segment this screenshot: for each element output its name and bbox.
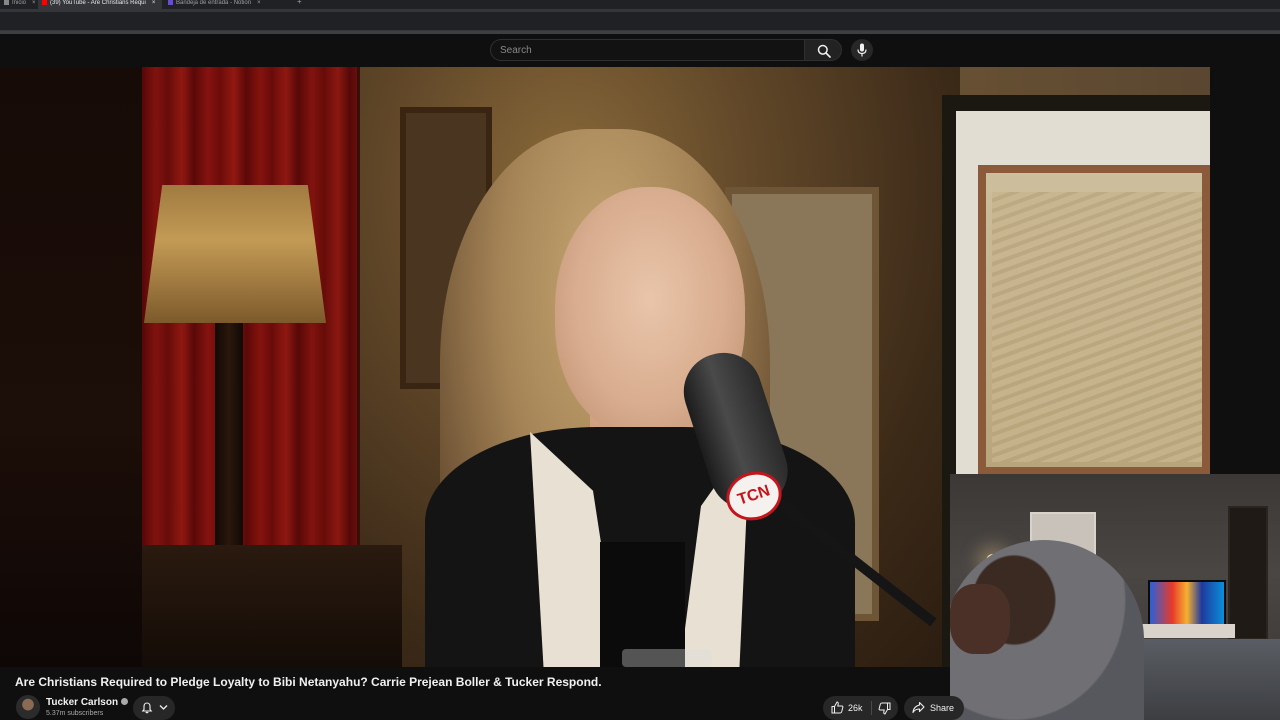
tab-favicon-icon xyxy=(4,0,9,5)
microphone-icon xyxy=(857,43,867,57)
share-label: Share xyxy=(930,703,955,713)
like-count: 26k xyxy=(848,703,863,713)
channel-name-row[interactable]: Tucker Carlson xyxy=(46,697,129,708)
verified-badge-icon xyxy=(121,698,129,705)
search-box[interactable] xyxy=(490,39,804,61)
bell-icon xyxy=(141,702,153,714)
scene-lamp-base xyxy=(215,323,243,548)
browser-tab-strip: Inicio × (39) YouTube - Are Christians Re… xyxy=(0,0,1280,9)
tab-label: (39) YouTube - Are Christians Requi xyxy=(50,0,146,6)
browser-tab-active[interactable]: (39) YouTube - Are Christians Requi × xyxy=(38,0,162,9)
like-button[interactable]: 26k xyxy=(823,696,871,720)
notifications-button[interactable] xyxy=(133,696,175,720)
tab-close-icon[interactable]: × xyxy=(257,0,261,6)
cam-tv xyxy=(1148,580,1226,626)
tab-close-icon[interactable]: × xyxy=(32,0,36,6)
voice-search-button[interactable] xyxy=(851,39,873,61)
thumbs-down-icon xyxy=(878,702,891,715)
like-dislike-group: 26k xyxy=(823,696,898,720)
tab-close-icon[interactable]: × xyxy=(152,0,156,6)
scene-tapestry-art xyxy=(992,192,1202,462)
youtube-favicon-icon xyxy=(42,0,47,5)
scene-left-wall xyxy=(0,67,142,667)
tab-favicon-icon xyxy=(168,0,173,5)
search-input[interactable] xyxy=(500,43,790,57)
dislike-button[interactable] xyxy=(872,696,898,720)
channel-name[interactable]: Tucker Carlson xyxy=(46,697,118,708)
scene-lampshade xyxy=(144,185,326,323)
cam-person-hand xyxy=(950,584,1010,654)
new-tab-button[interactable]: + xyxy=(297,0,302,6)
cam-bookshelf xyxy=(1228,506,1268,640)
youtube-masthead xyxy=(0,34,1280,67)
tab-label: Bandeja de entrada - Notion xyxy=(176,0,252,6)
channel-avatar[interactable] xyxy=(16,695,40,719)
chevron-down-icon xyxy=(159,705,168,710)
search-icon xyxy=(817,44,831,58)
address-bar[interactable] xyxy=(0,12,1280,30)
video-title: Are Christians Required to Pledge Loyalt… xyxy=(15,675,602,689)
webcam-overlay xyxy=(950,474,1280,720)
tab-label: Inicio xyxy=(12,0,27,6)
scene-glass xyxy=(622,649,712,667)
search-button[interactable] xyxy=(804,39,842,61)
thumbs-up-icon xyxy=(831,701,844,714)
share-button[interactable]: Share xyxy=(904,696,964,720)
subscriber-count: 5.37m subscribers xyxy=(46,710,104,717)
share-icon xyxy=(912,701,925,714)
browser-tab[interactable]: Bandeja de entrada - Notion × xyxy=(164,0,290,9)
cam-sofa xyxy=(1120,639,1280,720)
scene-side-table xyxy=(142,545,402,667)
browser-tab[interactable]: Inicio × xyxy=(0,0,38,9)
